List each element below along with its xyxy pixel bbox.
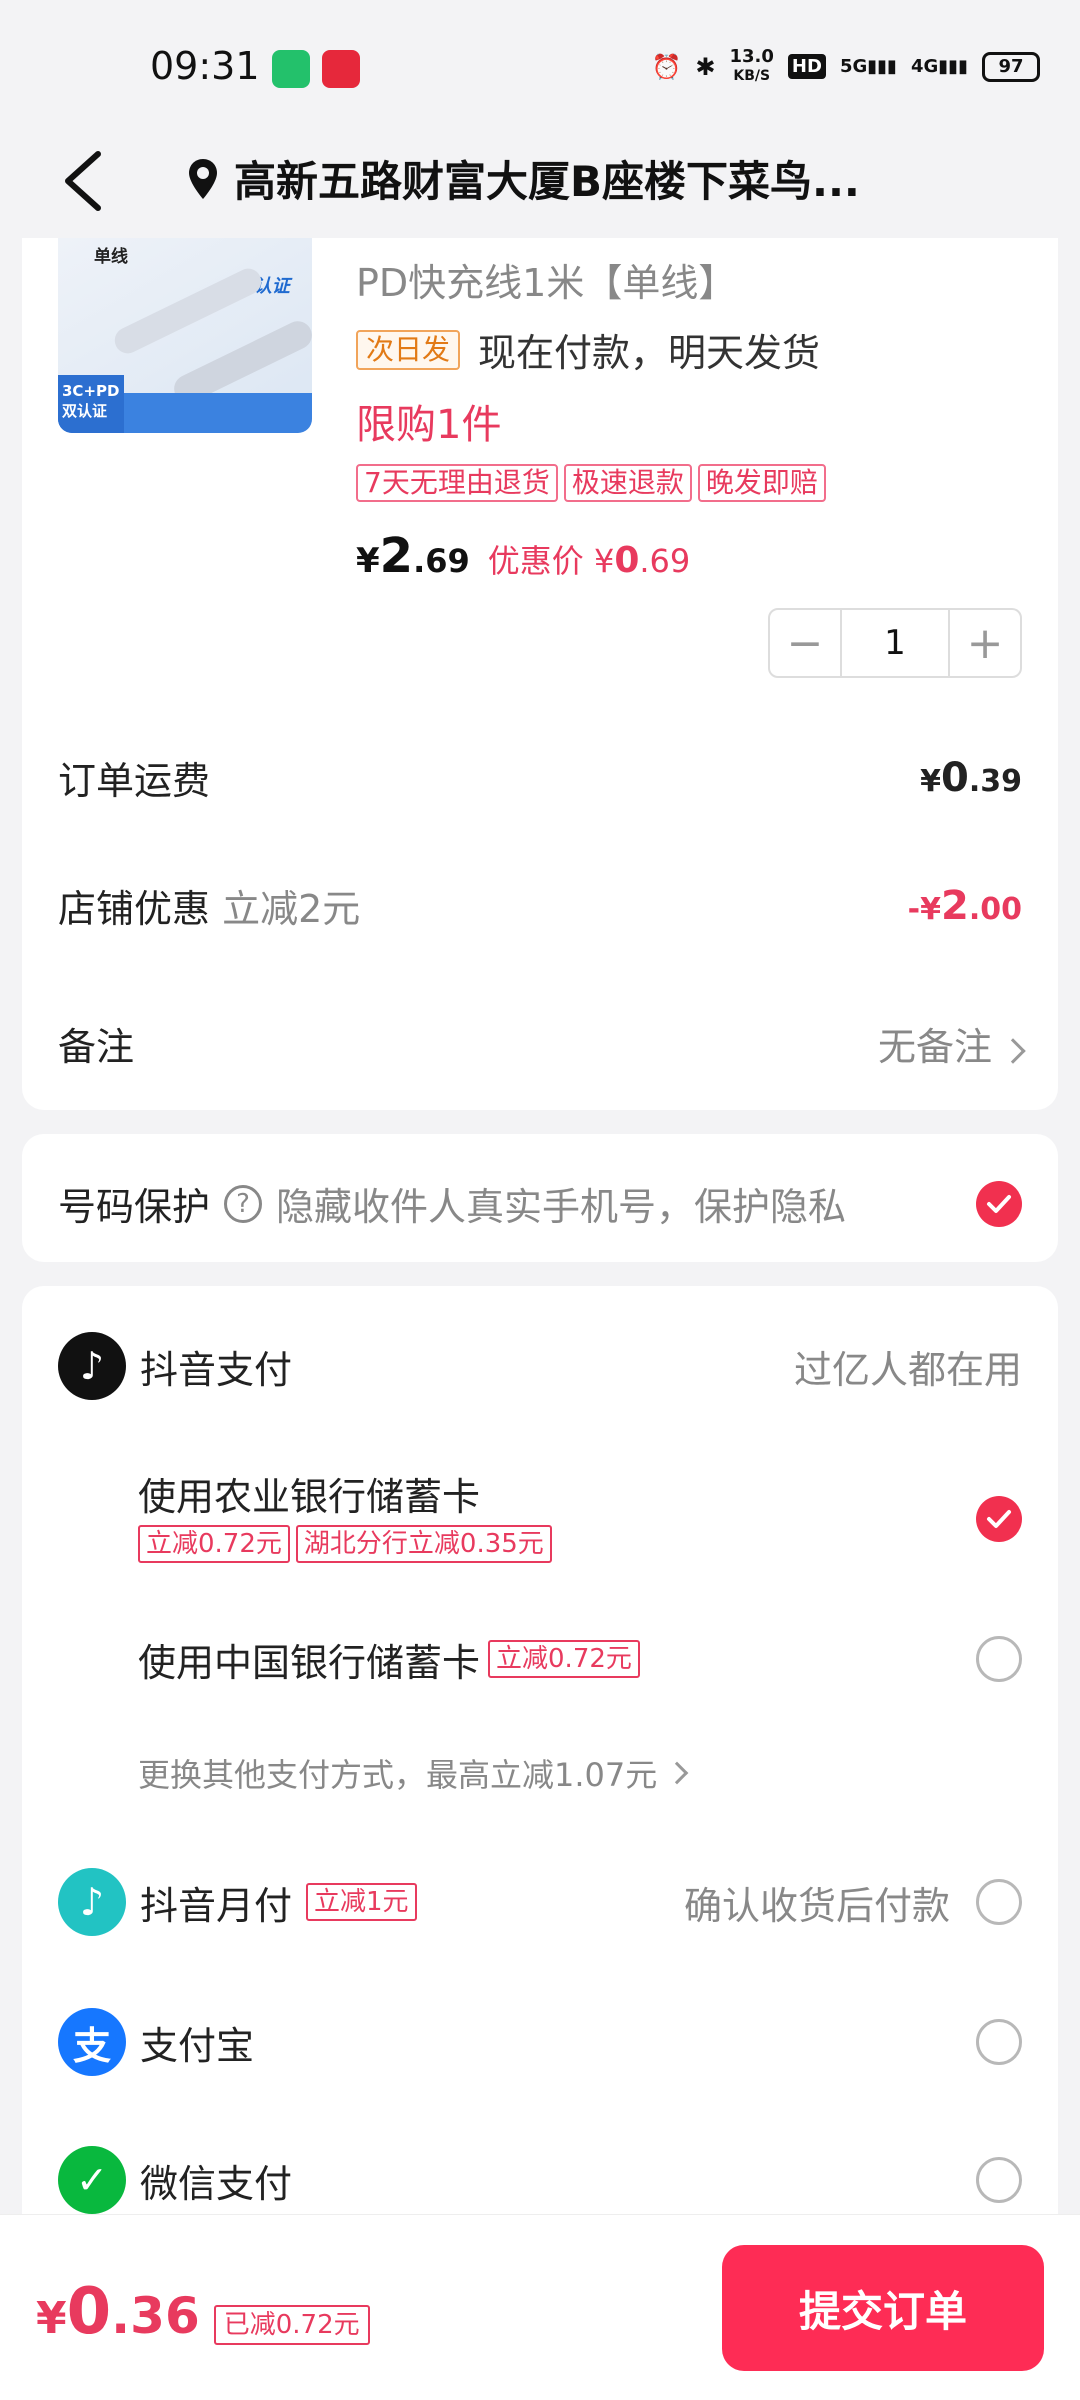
cable-shape: [110, 264, 266, 358]
signal-5g-icon: 5G▮▮▮: [839, 56, 897, 77]
monthly-note: 确认收货后付款: [683, 1883, 950, 1928]
network-speed: 13.0 KB/S: [729, 46, 774, 85]
remark-value: 无备注: [878, 1016, 1026, 1071]
bluetooth-icon: ✱: [695, 52, 716, 81]
delivery-address[interactable]: 高新五路财富大厦B座楼下菜鸟...: [186, 148, 860, 209]
total-integer: 0: [66, 2275, 112, 2349]
abc-card-option[interactable]: 使用农业银行储蓄卡 立减0.72元 湖北分行立减0.35元: [138, 1466, 1022, 1576]
badge-refund: 极速退款: [563, 464, 692, 502]
purchase-limit: 限购1件: [356, 402, 502, 448]
wechat-pay-icon: ✓: [58, 2146, 126, 2214]
price-symbol: ¥: [356, 541, 380, 581]
alarm-icon: ⏰: [651, 52, 682, 81]
wechat-radio[interactable]: [976, 2157, 1022, 2203]
store-discount-label: 店铺优惠: [58, 887, 211, 931]
total-symbol: ¥: [36, 2293, 67, 2344]
ship-tag: 次日发: [356, 329, 461, 370]
product-title: PD快充线1米【单线】: [356, 261, 737, 305]
monthly-label: 抖音月付: [140, 1883, 293, 1928]
chevron-right-icon: [665, 1761, 689, 1785]
douyin-pay-note: 过亿人都在用: [793, 1347, 1022, 1392]
boc-card-option[interactable]: 使用中国银行储蓄卡 立减0.72元: [138, 1624, 1022, 1694]
shipping-info: 次日发 现在付款，明天发货: [356, 322, 820, 377]
check-icon: [987, 1194, 1011, 1213]
saved-badge: 已减0.72元: [213, 2305, 370, 2345]
store-discount-value: -¥2.00: [907, 882, 1022, 929]
quantity-stepper: − 1 +: [768, 608, 1022, 678]
remark-row[interactable]: 备注 无备注: [58, 1016, 1026, 1071]
decrease-button[interactable]: −: [770, 610, 840, 676]
abc-card-label: 使用农业银行储蓄卡: [138, 1475, 481, 1519]
privacy-row: 号码保护 ? 隐藏收件人真实手机号，保护隐私: [58, 1176, 1022, 1231]
order-card: 单线 3C认证 3C+PD 双认证 PD快充线1米【单线】 次日发 现在付款，明…: [22, 238, 1058, 1110]
shipping-fee-label: 订单运费: [58, 759, 211, 803]
ship-text: 现在付款，明天发货: [478, 331, 821, 375]
privacy-text: 隐藏收件人真实手机号，保护隐私: [276, 1185, 847, 1229]
quantity-value[interactable]: 1: [840, 610, 950, 676]
more-payment-methods[interactable]: 更换其他支付方式，最高立减1.07元: [138, 1750, 689, 1796]
promo-price: 优惠价 ¥0.69: [487, 540, 691, 581]
shipping-fee-row: 订单运费 ¥0.39: [58, 750, 1022, 805]
monthly-radio[interactable]: [976, 1879, 1022, 1925]
privacy-card: 号码保护 ? 隐藏收件人真实手机号，保护隐私: [22, 1134, 1058, 1262]
douyin-monthly-icon: ♪: [58, 1868, 126, 1936]
product-price: ¥ 2 .69 优惠价 ¥0.69: [356, 528, 690, 584]
back-arrow-icon[interactable]: [56, 146, 116, 216]
increase-button[interactable]: +: [950, 610, 1020, 676]
check-icon: [987, 1510, 1011, 1528]
remark-label: 备注: [58, 1025, 135, 1069]
abc-discount-tag: 立减0.72元: [138, 1525, 290, 1563]
alipay-icon: 支: [58, 2008, 126, 2076]
price-decimal: .69: [413, 542, 470, 580]
help-icon[interactable]: ?: [224, 1184, 263, 1223]
douyin-pay-label: 抖音支付: [140, 1347, 293, 1392]
total-price: ¥ 0 .36 已减0.72元: [36, 2275, 370, 2349]
product-image[interactable]: 单线 3C认证 3C+PD 双认证: [58, 238, 312, 433]
hd-icon: HD: [787, 54, 826, 79]
abc-card-check[interactable]: [976, 1496, 1022, 1542]
douyin-icon: ♪: [58, 1332, 126, 1400]
thumb-label: 单线: [94, 247, 128, 267]
alipay-radio[interactable]: [976, 2019, 1022, 2065]
status-time: 09:31: [150, 44, 260, 88]
douyin-pay-header: ♪ 抖音支付 过亿人都在用: [58, 1332, 1022, 1400]
message-icon: [272, 50, 310, 88]
thumb-badge: 3C+PD 双认证: [58, 375, 124, 433]
badge-late-comp: 晚发即赔: [697, 464, 826, 502]
shopping-app-icon: [322, 50, 360, 88]
abc-branch-tag: 湖北分行立减0.35元: [295, 1525, 552, 1563]
store-discount-detail: 立减2元: [222, 887, 361, 931]
privacy-checkbox[interactable]: [976, 1180, 1022, 1227]
price-integer: 2: [379, 528, 414, 584]
signal-4g-icon: 4G▮▮▮: [910, 56, 968, 77]
shipping-fee-value: ¥0.39: [920, 754, 1022, 801]
payment-card: ♪ 抖音支付 过亿人都在用 使用农业银行储蓄卡 立减0.72元 湖北分行立减0.…: [22, 1286, 1058, 2214]
chevron-right-icon: [1000, 1038, 1026, 1064]
badge-return: 7天无理由退货: [356, 464, 558, 502]
battery-icon: 97: [982, 51, 1040, 82]
alipay-label: 支付宝: [140, 2023, 255, 2068]
wechat-pay-label: 微信支付: [140, 2161, 293, 2206]
boc-discount-tag: 立减0.72元: [488, 1640, 640, 1678]
address-text: 高新五路财富大厦B座楼下菜鸟...: [234, 157, 860, 206]
status-icons: ⏰ ✱ 13.0 KB/S HD 5G▮▮▮ 4G▮▮▮ 97: [651, 46, 1040, 85]
nav-bar: 高新五路财富大厦B座楼下菜鸟...: [0, 128, 1080, 238]
boc-card-radio[interactable]: [976, 1636, 1022, 1682]
privacy-label: 号码保护: [58, 1185, 211, 1229]
boc-card-label: 使用中国银行储蓄卡: [138, 1640, 481, 1685]
submit-order-button[interactable]: 提交订单: [722, 2245, 1044, 2371]
total-decimal: .36: [111, 2287, 200, 2345]
service-badges: 7天无理由退货 极速退款 晚发即赔: [356, 464, 826, 502]
store-discount-row: 店铺优惠 立减2元 -¥2.00: [58, 878, 1022, 933]
more-methods-text: 更换其他支付方式，最高立减1.07元: [138, 1756, 658, 1794]
status-bar: 09:31 ⏰ ✱ 13.0 KB/S HD 5G▮▮▮ 4G▮▮▮ 97: [0, 0, 1080, 128]
monthly-pay-option[interactable]: ♪ 抖音月付 立减1元 确认收货后付款: [58, 1868, 1022, 1936]
alipay-option[interactable]: 支 支付宝: [58, 2008, 1022, 2076]
monthly-discount-tag: 立减1元: [306, 1883, 417, 1921]
checkout-bar: ¥ 0 .36 已减0.72元 提交订单: [0, 2214, 1080, 2400]
location-pin-icon: [189, 158, 217, 199]
wechat-pay-option[interactable]: ✓ 微信支付: [58, 2146, 1022, 2214]
